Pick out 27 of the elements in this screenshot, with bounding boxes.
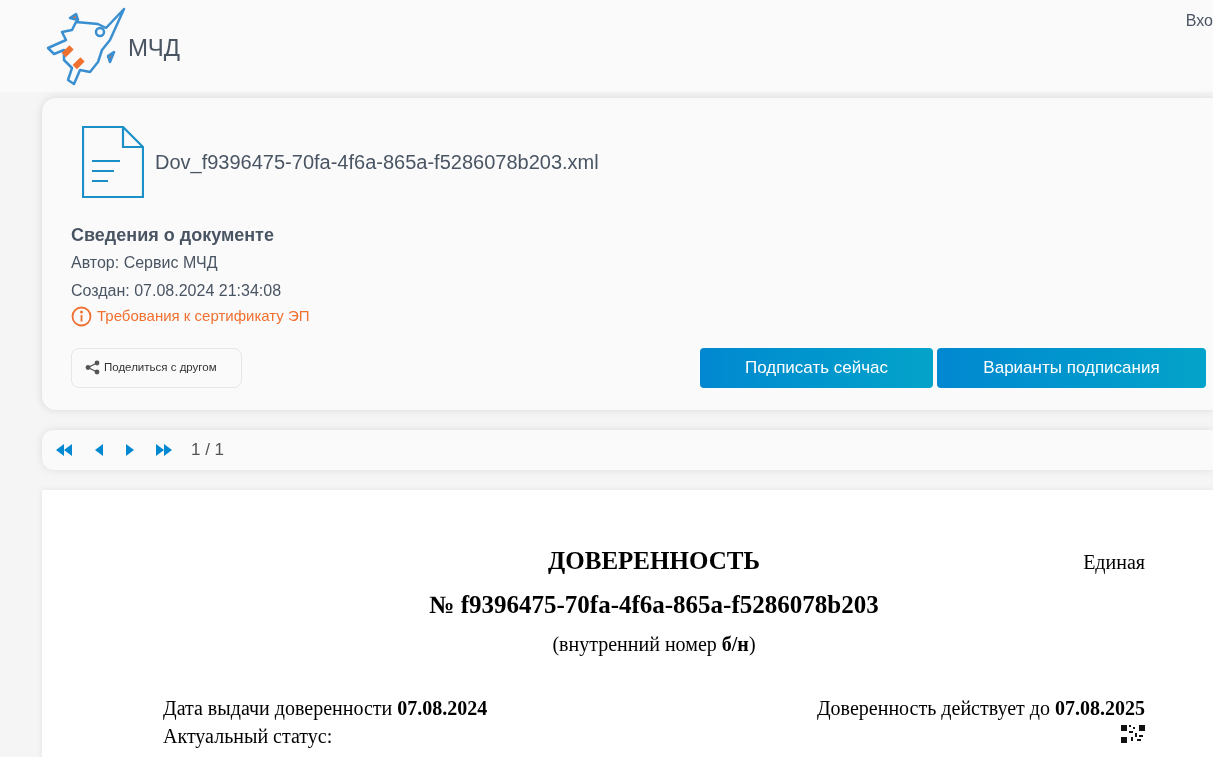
jet-logo-icon [44, 6, 126, 86]
info-title: Сведения о документе [71, 224, 274, 247]
status-label: Актуальный статус: [163, 725, 333, 747]
file-name: Dov_f9396475-70fa-4f6a-865a-f5286078b203.xml [155, 150, 599, 176]
document-icon [82, 126, 144, 198]
created-text: Создан: 07.08.2024 21:34:08 [71, 281, 282, 301]
author-text: Автор: Сервис МЧД [71, 253, 218, 273]
logo-text: МЧД [128, 33, 180, 63]
document-number: № f9396475-70fa-4f6a-865a-f5286078b203 [429, 590, 879, 620]
issue-date-text: Дата выдачи доверенности 07.08.2024 [163, 696, 488, 721]
internal-number: (внутренний номер б/н) [552, 632, 756, 657]
corner-text: Единая [1083, 550, 1145, 575]
first-page-icon[interactable] [55, 444, 73, 456]
last-page-icon[interactable] [156, 444, 174, 456]
valid-until-text: Доверенность действует до 07.08.2025 [816, 696, 1145, 721]
page-counter: 1 / 1 [191, 439, 225, 462]
sign-button[interactable]: Подписать сейчас [700, 347, 933, 388]
info-icon [71, 305, 92, 327]
next-page-icon[interactable] [126, 444, 135, 456]
previous-page-icon[interactable] [94, 444, 103, 456]
share-button[interactable]: Поделиться с другом [71, 347, 242, 388]
login-link[interactable]: Вхо [1185, 9, 1213, 33]
qr-code-icon [1121, 725, 1145, 743]
sign-button[interactable]: Варианты подписания [937, 347, 1206, 388]
share-icon [85, 360, 100, 375]
document-title: ДОВЕРЕННОСТЬ [548, 546, 760, 576]
certificate-requirements-link[interactable]: Требования к сертификату ЭП [97, 305, 310, 328]
